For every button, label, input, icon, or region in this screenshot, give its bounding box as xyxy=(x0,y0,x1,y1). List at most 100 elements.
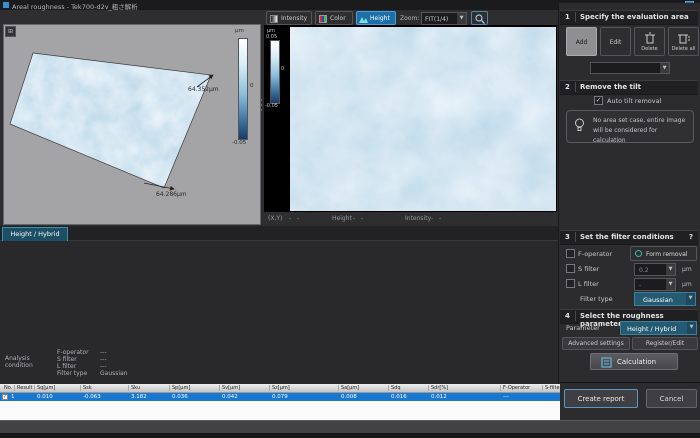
height-value-2: - xyxy=(361,215,363,222)
cell-sdr: 0.012 xyxy=(431,394,447,400)
add-button[interactable]: Add xyxy=(566,27,597,56)
cell-sp: 0.036 xyxy=(172,394,188,400)
edit-button[interactable]: Edit xyxy=(600,27,631,56)
s-filter-value: 0.2 xyxy=(639,267,649,274)
tab-height-hybrid[interactable]: Height / Hybrid xyxy=(2,227,68,241)
form-removal-icon xyxy=(635,250,642,257)
col-sa: Sa[μm] xyxy=(338,385,359,391)
axis-width-label: 64.352μm xyxy=(188,86,219,93)
filter-type-label: Filter type xyxy=(580,295,613,303)
filter-type-select[interactable]: Gaussian ▼ xyxy=(634,292,696,306)
parameter-select[interactable]: Height / Hybrid ▼ xyxy=(620,321,697,335)
ac-value: Gaussian xyxy=(100,370,128,377)
app-icon xyxy=(3,2,9,8)
auto-tilt-checkbox[interactable]: ✓ xyxy=(594,96,603,105)
ac-key: Filter type xyxy=(57,370,87,377)
cell-sq: 0.010 xyxy=(37,394,53,400)
calculation-button[interactable]: Calculation xyxy=(590,353,678,370)
analysis-condition-label-1: Analysis xyxy=(5,355,30,362)
cancel-button[interactable]: Cancel xyxy=(646,389,697,408)
height-map-canvas[interactable] xyxy=(290,27,556,211)
section-remove-tilt: 2 Remove the tilt xyxy=(560,80,698,95)
height-button[interactable]: Height xyxy=(356,11,396,25)
col-result: Result xyxy=(14,385,32,391)
zoom-select[interactable]: FIT(1/4) ▼ xyxy=(421,12,467,25)
surface-3d-canvas[interactable] xyxy=(4,25,260,224)
intensity-icon xyxy=(270,15,278,23)
color-icon xyxy=(319,15,327,23)
intensity-label: Intensity xyxy=(281,15,307,22)
row-checkbox[interactable]: ✓ xyxy=(2,394,8,400)
col-no: No. xyxy=(2,385,12,391)
help-icon[interactable]: ? xyxy=(689,233,693,241)
zoom-label: Zoom: xyxy=(400,15,419,22)
chevron-down-icon: ▼ xyxy=(666,264,675,275)
intensity-value-1: - xyxy=(431,215,433,222)
col-sz: Sz[μm] xyxy=(269,385,290,391)
section-filter-conditions: 3 Set the filter conditions ? xyxy=(560,230,698,245)
cell-f-operator: --- xyxy=(503,394,509,400)
magnifier-button[interactable] xyxy=(471,11,488,25)
colorbar3d-unit: μm xyxy=(235,28,244,34)
color-label: Color xyxy=(330,15,346,22)
viewer-2d[interactable]: μm 0.05 0 -0.05 (X,Y) xyxy=(264,25,557,212)
auto-tilt-label: Auto tilt removal xyxy=(607,97,661,105)
colorbar-2d xyxy=(270,40,280,104)
height-icon xyxy=(359,15,368,23)
chevron-down-icon: ▼ xyxy=(686,293,695,305)
l-filter-select[interactable]: - ▼ xyxy=(634,278,676,291)
zoom-value: FIT(1/4) xyxy=(425,16,448,23)
splitter-handle[interactable] xyxy=(260,109,262,111)
delete-all-button[interactable]: Delete all xyxy=(668,27,699,56)
result-row-selected[interactable]: ✓ 1 0.010 -0.063 3.182 0.036 0.042 0.079… xyxy=(0,393,560,401)
height-readout-label: Height xyxy=(332,215,352,222)
viewer-3d[interactable]: ⊞ 6 xyxy=(3,24,261,225)
col-f-operator: F-Operator xyxy=(500,385,530,391)
delete-all-label: Delete all xyxy=(669,46,698,52)
divider xyxy=(560,382,700,383)
intensity-button[interactable]: Intensity xyxy=(266,11,312,25)
l-filter-label: L filter xyxy=(578,280,599,288)
register-edit-button[interactable]: Register/Edit xyxy=(632,337,698,350)
section3-title: Set the filter conditions xyxy=(580,233,674,241)
section1-number: 1 xyxy=(565,13,570,21)
filter-type-value: Gaussian xyxy=(643,296,673,304)
col-s-filter: S-filte xyxy=(542,385,560,391)
delete-button[interactable]: Delete xyxy=(634,27,665,56)
form-removal-label: Form removal xyxy=(646,251,687,258)
colorbar3d-min: -0.05 xyxy=(232,140,246,146)
height-value-1: - xyxy=(353,215,355,222)
l-filter-checkbox[interactable] xyxy=(566,279,575,288)
col-sdq: Sdq xyxy=(388,385,401,391)
ac-value: --- xyxy=(100,363,107,370)
area-list-select[interactable]: ▼ xyxy=(590,62,670,74)
window-title: Areal roughness - Tek700-d2v_粗さ解析 xyxy=(12,1,138,11)
height-label: Height xyxy=(370,15,390,22)
s-filter-select[interactable]: 0.2 ▼ xyxy=(634,263,676,276)
col-sv: Sv[μm] xyxy=(219,385,240,391)
advanced-settings-button[interactable]: Advanced settings xyxy=(562,337,630,350)
chevron-down-icon: ▼ xyxy=(660,63,669,73)
ac-key: F-operator xyxy=(57,349,89,356)
section4-number: 4 xyxy=(565,312,570,320)
color-button[interactable]: Color xyxy=(315,11,353,25)
form-removal-button[interactable]: Form removal xyxy=(630,246,697,261)
create-report-button[interactable]: Create report xyxy=(564,389,638,408)
magnifier-icon xyxy=(475,14,485,24)
s-filter-label: S filter xyxy=(578,265,599,273)
splitter-handle[interactable] xyxy=(260,99,262,101)
app-window: Areal roughness - Tek700-d2v_粗さ解析 ⊞ xyxy=(0,0,700,438)
cell-sku: 3.182 xyxy=(131,394,147,400)
f-operator-checkbox[interactable] xyxy=(566,249,575,258)
ac-key: S filter xyxy=(57,356,77,363)
col-sq: Sq[μm] xyxy=(34,385,55,391)
cell-sz: 0.079 xyxy=(272,394,288,400)
s-filter-checkbox[interactable] xyxy=(566,264,575,273)
s-filter-unit: μm xyxy=(682,266,692,273)
colorbar2d-mid: 0 xyxy=(281,66,284,72)
results-table: No. Result Sq[μm] Ssk Sku Sp[μm] Sv[μm] … xyxy=(0,384,560,420)
calculator-icon xyxy=(601,357,612,368)
ac-key: L filter xyxy=(57,363,76,370)
colorbar3d-mid: 0 xyxy=(250,83,254,89)
splitter-handle[interactable] xyxy=(260,104,262,106)
